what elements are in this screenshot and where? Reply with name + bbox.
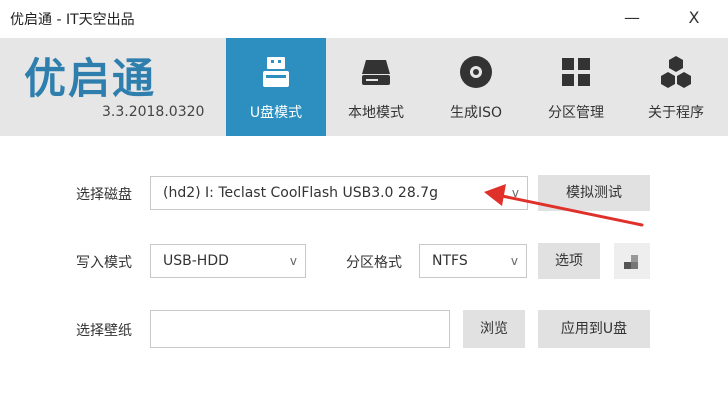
- annotation-arrow: [484, 184, 644, 227]
